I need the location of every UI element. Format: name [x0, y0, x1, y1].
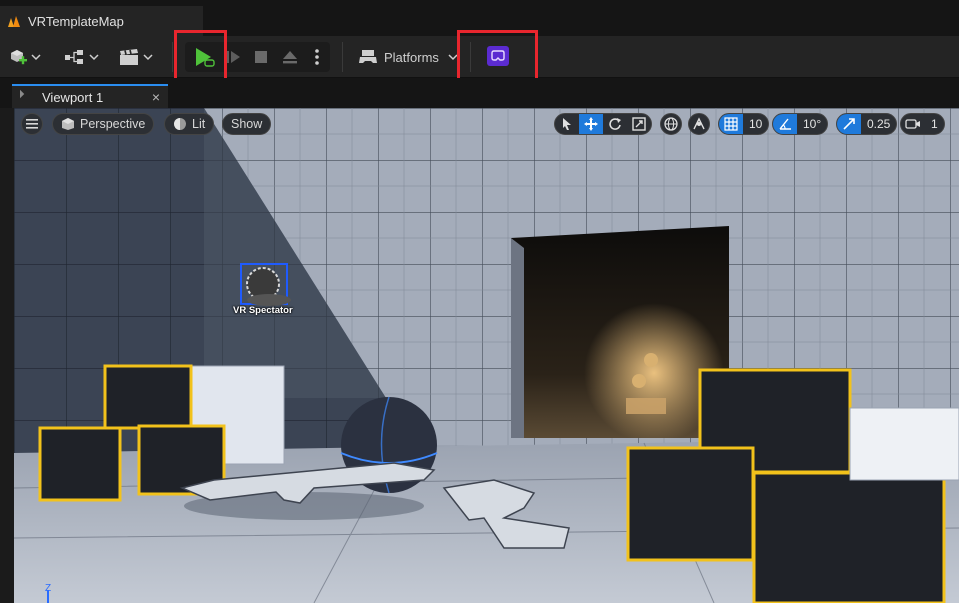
- toolbar-separator: [342, 42, 343, 72]
- scale-snap-icon: [843, 118, 855, 130]
- tab-grip-icon: [14, 86, 28, 108]
- toolbar-separator: [172, 42, 173, 72]
- chevron-down-icon: [142, 54, 153, 61]
- globe-icon: [664, 117, 678, 131]
- blueprint-icon: [64, 50, 83, 64]
- perspective-label: Perspective: [80, 117, 146, 131]
- grid-snap-control[interactable]: 10: [718, 113, 770, 135]
- grid-icon: [724, 117, 738, 131]
- play-options-button[interactable]: [308, 44, 326, 70]
- surface-snap-button[interactable]: [688, 113, 710, 135]
- move-icon: [584, 117, 598, 131]
- grid-snap-value[interactable]: 10: [743, 117, 768, 131]
- rotation-snap-control[interactable]: 10°: [772, 113, 829, 135]
- clapper-icon: [119, 49, 138, 65]
- rotation-snap-toggle[interactable]: [773, 114, 797, 134]
- stop-icon: [255, 51, 267, 63]
- platforms-label: Platforms: [384, 49, 439, 65]
- add-actor-button[interactable]: [6, 44, 42, 70]
- lit-label: Lit: [192, 117, 206, 131]
- axis-z-label: Z: [45, 583, 52, 594]
- select-tool-button[interactable]: [555, 114, 579, 134]
- chevron-down-icon: [30, 54, 41, 61]
- document-tab[interactable]: VRTemplateMap: [0, 6, 203, 36]
- angle-icon: [779, 118, 791, 130]
- cube-icon: [62, 118, 74, 130]
- close-icon[interactable]: ×: [152, 89, 160, 105]
- viewport-menu-button[interactable]: [21, 113, 43, 135]
- viewport-tab[interactable]: Viewport 1 ×: [12, 84, 168, 108]
- transform-tools: [554, 113, 652, 135]
- rotation-snap-value[interactable]: 10°: [797, 117, 827, 131]
- platforms-button[interactable]: Platforms: [358, 44, 458, 70]
- surface-snap-icon: [693, 117, 705, 130]
- document-tab-title: VRTemplateMap: [28, 13, 124, 29]
- camera-icon: [905, 119, 920, 129]
- gamepad-icon: [359, 50, 377, 63]
- camera-speed-control[interactable]: 1: [900, 113, 945, 135]
- viewport-tab-strip: Viewport 1 ×: [0, 78, 959, 108]
- scale-snap-value[interactable]: 0.25: [861, 117, 896, 131]
- show-label: Show: [231, 117, 263, 131]
- scale-snap-control[interactable]: 0.25: [836, 113, 898, 135]
- scale-snap-toggle[interactable]: [837, 114, 861, 134]
- chevron-down-icon: [88, 54, 99, 61]
- translate-tool-button[interactable]: [579, 114, 603, 134]
- view-mode-dropdown[interactable]: Lit: [164, 113, 215, 135]
- level-viewport[interactable]: Perspective Lit Show 10 10° 0.25 1 VR Sp…: [14, 108, 959, 603]
- left-panel-edge: [0, 108, 14, 603]
- camera-speed-button[interactable]: [901, 114, 925, 134]
- cinematics-button[interactable]: [116, 44, 154, 70]
- scene-render: [14, 108, 959, 603]
- world-local-toggle[interactable]: [660, 113, 682, 135]
- hamburger-icon: [26, 119, 38, 129]
- eject-icon: [283, 51, 297, 64]
- eject-button[interactable]: [278, 44, 302, 70]
- viewport-tab-label: Viewport 1: [42, 89, 104, 105]
- scale-tool-button[interactable]: [627, 114, 651, 134]
- add-actor-icon: [10, 50, 27, 65]
- unreal-warning-icon: [8, 16, 20, 27]
- perspective-dropdown[interactable]: Perspective: [52, 113, 155, 135]
- rotate-tool-button[interactable]: [603, 114, 627, 134]
- vr-spectator-label: VR Spectator: [233, 305, 293, 316]
- show-dropdown[interactable]: Show: [222, 113, 272, 135]
- rotate-icon: [609, 118, 621, 130]
- lit-sphere-icon: [174, 118, 186, 130]
- stop-button[interactable]: [250, 44, 272, 70]
- cursor-icon: [563, 118, 571, 130]
- blueprint-button[interactable]: [62, 44, 100, 70]
- camera-speed-value[interactable]: 1: [925, 117, 944, 131]
- more-vertical-icon: [315, 49, 319, 65]
- scale-icon: [632, 117, 646, 131]
- grid-snap-toggle[interactable]: [719, 114, 743, 134]
